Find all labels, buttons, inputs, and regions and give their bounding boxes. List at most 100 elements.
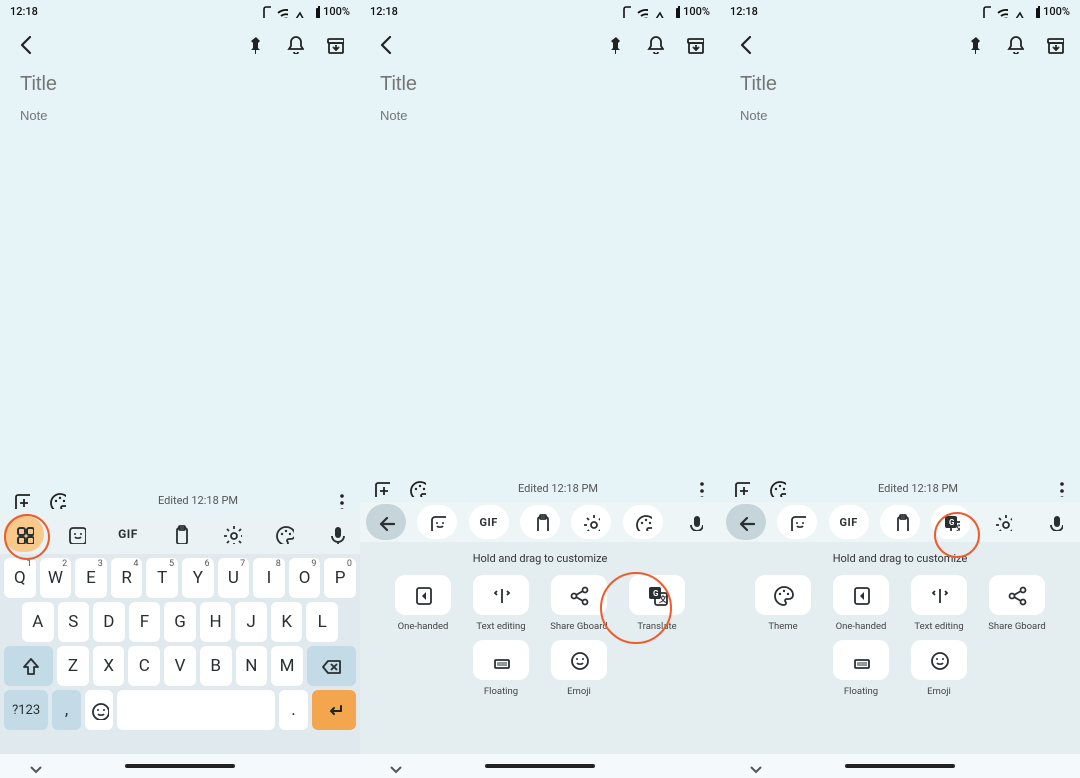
clipboard-icon[interactable] <box>880 505 920 539</box>
key-O[interactable]: O9 <box>289 558 321 598</box>
enter-key[interactable] <box>312 690 356 730</box>
back-button[interactable] <box>728 26 764 62</box>
pin-button[interactable] <box>596 26 632 62</box>
sticker-icon[interactable] <box>417 505 457 539</box>
key-G[interactable]: G <box>164 602 196 642</box>
feature-one_handed[interactable]: One-handed <box>389 575 457 632</box>
gif-icon[interactable]: GIF <box>829 505 869 539</box>
reminder-button[interactable] <box>276 26 312 62</box>
palette-button[interactable] <box>404 475 430 501</box>
key-Z[interactable]: Z <box>57 646 89 686</box>
more-button[interactable] <box>1046 475 1072 501</box>
clipboard-icon[interactable] <box>520 505 560 539</box>
feature-text_editing[interactable]: Text editing <box>467 575 535 632</box>
reminder-button[interactable] <box>636 26 672 62</box>
key-J[interactable]: J <box>235 602 267 642</box>
feature-text_editing[interactable]: Text editing <box>905 575 973 632</box>
comma-key[interactable]: , <box>52 690 80 730</box>
nav-handle[interactable] <box>125 764 235 768</box>
settings-icon[interactable] <box>212 516 252 552</box>
key-X[interactable]: X <box>93 646 125 686</box>
key-M[interactable]: M <box>271 646 303 686</box>
clipboard-icon[interactable] <box>160 516 200 552</box>
emoji-key[interactable] <box>85 690 113 730</box>
theme-icon[interactable] <box>623 505 663 539</box>
toolbar-back[interactable] <box>726 504 766 540</box>
feature-emoji[interactable]: Emoji <box>545 640 613 697</box>
mic-icon[interactable] <box>674 505 714 539</box>
more-button[interactable] <box>686 475 712 501</box>
key-A[interactable]: A <box>22 602 54 642</box>
key-F[interactable]: F <box>129 602 161 642</box>
sticker-icon[interactable] <box>56 516 96 552</box>
theme-icon[interactable] <box>264 516 304 552</box>
key-D[interactable]: D <box>93 602 125 642</box>
feature-share[interactable]: Share Gboard <box>983 575 1051 632</box>
archive-button[interactable] <box>316 26 352 62</box>
pin-button[interactable] <box>956 26 992 62</box>
mic-icon[interactable] <box>316 516 356 552</box>
key-L[interactable]: L <box>306 602 338 642</box>
mic-icon[interactable] <box>1034 505 1074 539</box>
collapse-keyboard[interactable] <box>24 757 42 775</box>
collapse-keyboard[interactable] <box>384 757 402 775</box>
add-button[interactable] <box>368 475 394 501</box>
key-P[interactable]: P0 <box>324 558 356 598</box>
archive-button[interactable] <box>1036 26 1072 62</box>
key-B[interactable]: B <box>200 646 232 686</box>
gif-icon[interactable]: GIF <box>108 516 148 552</box>
key-C[interactable]: C <box>128 646 160 686</box>
key-E[interactable]: E3 <box>75 558 107 598</box>
pin-button[interactable] <box>236 26 272 62</box>
toolbar-back[interactable] <box>366 504 406 540</box>
feature-translate[interactable]: Translate <box>623 575 691 632</box>
back-button[interactable] <box>368 26 404 62</box>
note-input[interactable] <box>18 107 346 124</box>
collapse-keyboard[interactable] <box>744 757 762 775</box>
key-U[interactable]: U7 <box>218 558 250 598</box>
note-input[interactable] <box>378 107 706 124</box>
key-I[interactable]: I8 <box>253 558 285 598</box>
key-S[interactable]: S <box>58 602 90 642</box>
note-input[interactable] <box>738 107 1066 124</box>
nav-handle[interactable] <box>845 764 955 768</box>
gif-icon[interactable]: GIF <box>469 505 509 539</box>
feature-emoji[interactable]: Emoji <box>905 640 973 697</box>
backspace-key[interactable] <box>307 646 356 686</box>
feature-one_handed[interactable]: One-handed <box>827 575 895 632</box>
sticker-icon[interactable] <box>777 505 817 539</box>
key-Y[interactable]: Y6 <box>182 558 214 598</box>
nav-handle[interactable] <box>485 764 595 768</box>
add-button[interactable] <box>8 487 34 513</box>
space-key[interactable] <box>117 690 275 730</box>
feature-floating[interactable]: Floating <box>467 640 535 697</box>
key-W[interactable]: W2 <box>40 558 72 598</box>
key-N[interactable]: N <box>236 646 268 686</box>
palette-button[interactable] <box>44 487 70 513</box>
translate-toolbar-icon[interactable] <box>931 505 971 539</box>
key-H[interactable]: H <box>200 602 232 642</box>
archive-button[interactable] <box>676 26 712 62</box>
settings-icon[interactable] <box>571 505 611 539</box>
feature-theme[interactable]: Theme <box>749 575 817 632</box>
title-input[interactable] <box>378 72 706 97</box>
back-button[interactable] <box>8 26 44 62</box>
feature-floating[interactable]: Floating <box>827 640 895 697</box>
key-T[interactable]: T5 <box>146 558 178 598</box>
key-K[interactable]: K <box>271 602 303 642</box>
symbols-key[interactable]: ?123 <box>4 690 48 730</box>
key-R[interactable]: R4 <box>111 558 143 598</box>
apps-menu-icon[interactable] <box>4 516 44 552</box>
title-input[interactable] <box>18 72 346 97</box>
settings-icon[interactable] <box>983 505 1023 539</box>
key-V[interactable]: V <box>164 646 196 686</box>
shift-key[interactable] <box>4 646 53 686</box>
add-button[interactable] <box>728 475 754 501</box>
more-button[interactable] <box>326 487 352 513</box>
palette-button[interactable] <box>764 475 790 501</box>
period-key[interactable]: . <box>279 690 307 730</box>
key-Q[interactable]: Q1 <box>4 558 36 598</box>
reminder-button[interactable] <box>996 26 1032 62</box>
title-input[interactable] <box>738 72 1066 97</box>
feature-share[interactable]: Share Gboard <box>545 575 613 632</box>
